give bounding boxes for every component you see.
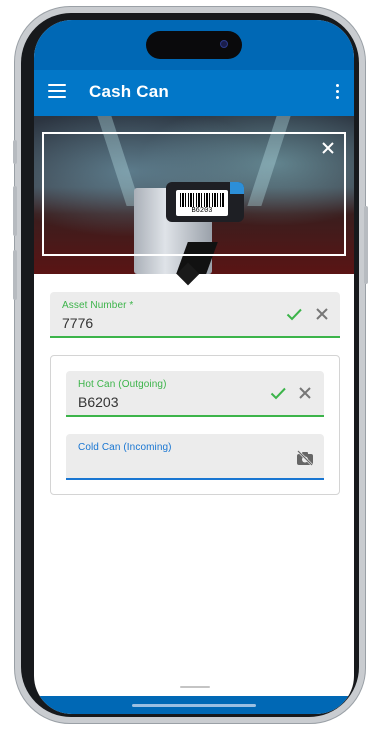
phone-side-button (13, 250, 17, 300)
phone-side-button (364, 206, 368, 284)
phone-screen: Cash Can B6203 Asset Number * 7776 Hot C… (34, 20, 354, 714)
more-vert-icon[interactable] (334, 84, 340, 102)
dynamic-island (146, 31, 242, 59)
gesture-handle (180, 686, 210, 688)
asset-number-label: Asset Number * (62, 300, 134, 311)
hot-can-input[interactable]: B6203 (78, 394, 118, 410)
hot-can-field[interactable]: Hot Can (Outgoing) B6203 (66, 371, 324, 417)
asset-number-field[interactable]: Asset Number * 7776 (50, 292, 340, 338)
app-bar: Cash Can (34, 70, 354, 116)
scan-frame (42, 132, 346, 256)
menu-icon[interactable] (48, 84, 66, 100)
hot-can-label: Hot Can (Outgoing) (78, 379, 167, 390)
camera-off-icon[interactable] (296, 450, 313, 466)
asset-number-input[interactable]: 7776 (62, 315, 93, 331)
check-icon (286, 306, 302, 322)
camera-preview: B6203 (34, 116, 354, 274)
close-icon[interactable] (320, 140, 336, 156)
phone-side-button (13, 186, 17, 236)
status-bar (34, 20, 354, 70)
bottom-bar (34, 696, 354, 714)
front-camera (220, 40, 228, 48)
cold-can-label: Cold Can (Incoming) (78, 442, 172, 453)
clear-icon[interactable] (314, 306, 330, 322)
home-indicator[interactable] (132, 704, 256, 707)
check-icon (270, 385, 286, 401)
phone-side-button (13, 140, 17, 164)
app-title: Cash Can (89, 82, 170, 101)
cold-can-field[interactable]: Cold Can (Incoming) (66, 434, 324, 480)
can-swap-card: Hot Can (Outgoing) B6203 Cold Can (Incom… (50, 355, 340, 495)
clear-icon[interactable] (297, 385, 313, 401)
